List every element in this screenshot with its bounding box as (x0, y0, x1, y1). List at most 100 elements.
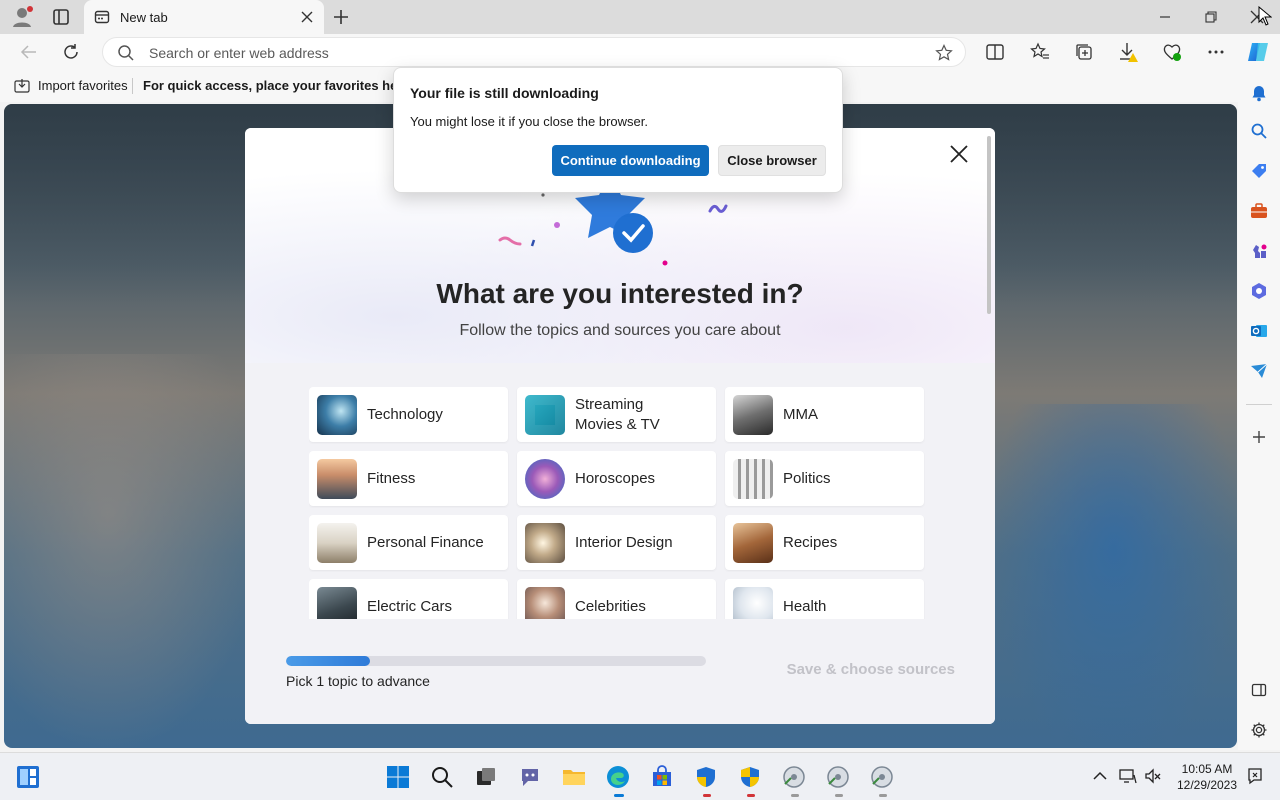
health-thumb (733, 586, 773, 619)
tab-actions-icon[interactable] (50, 6, 72, 28)
task-view-icon[interactable] (472, 763, 500, 791)
hide-sidebar-icon[interactable] (1248, 679, 1270, 701)
topic-card[interactable]: Streaming Movies & TV (517, 387, 716, 442)
bell-icon[interactable] (1248, 82, 1270, 104)
start-button-icon[interactable] (384, 763, 412, 791)
topic-card[interactable]: Health (725, 579, 924, 619)
topic-card[interactable]: MMA (725, 387, 924, 442)
topic-card[interactable]: Politics (725, 451, 924, 506)
store-icon[interactable] (648, 763, 676, 791)
games-icon[interactable] (1248, 240, 1270, 262)
volume-muted-icon[interactable] (1144, 767, 1162, 785)
title-bar: New tab (0, 0, 1280, 34)
favorites-icon[interactable] (1028, 40, 1052, 64)
topic-label: Interior Design (575, 533, 673, 551)
progress-label: Pick 1 topic to advance (286, 673, 430, 689)
copilot-icon[interactable] (1246, 40, 1270, 64)
system-clock[interactable]: 10:05 AM 12/29/2023 (1172, 761, 1242, 793)
toolbar: Search or enter web address (0, 34, 1280, 70)
shopping-icon[interactable] (1248, 160, 1270, 182)
topic-card[interactable]: Horoscopes (517, 451, 716, 506)
topic-label: Electric Cars (367, 597, 453, 615)
add-favorite-star-icon[interactable] (935, 44, 953, 62)
progress-fill (286, 656, 370, 666)
edge-taskbar-icon[interactable] (604, 763, 632, 791)
installer-indicator (791, 794, 799, 797)
technology-thumb (317, 394, 357, 435)
favorites-hint-text: For quick access, place your favorites h… (143, 78, 398, 93)
edge-active-indicator (614, 794, 624, 797)
save-and-choose-sources-button[interactable]: Save & choose sources (765, 661, 955, 683)
topic-grid: Technology Streaming Movies & TV MMA Fit… (309, 387, 925, 619)
profile-icon[interactable] (10, 5, 34, 29)
split-screen-icon[interactable] (983, 40, 1007, 64)
horoscopes-thumb (525, 458, 565, 499)
close-dialog-icon[interactable] (947, 142, 971, 166)
chevron-up-icon[interactable] (1091, 767, 1109, 785)
sidebar-settings-gear-icon[interactable] (1248, 719, 1270, 741)
add-sidebar-app-icon[interactable] (1248, 426, 1270, 448)
topic-label: Horoscopes (575, 469, 656, 487)
topic-card[interactable]: Electric Cars (309, 579, 508, 619)
network-icon[interactable] (1119, 767, 1137, 785)
security-shield-icon[interactable] (692, 763, 720, 791)
newtab-favicon-icon (94, 10, 110, 24)
notifications-icon[interactable] (1246, 767, 1264, 785)
topic-card[interactable]: Personal Finance (309, 515, 508, 570)
outlook-icon[interactable] (1248, 320, 1270, 342)
collections-icon[interactable] (1072, 40, 1096, 64)
teams-chat-icon[interactable] (516, 763, 544, 791)
address-placeholder: Search or enter web address (149, 45, 329, 61)
drop-icon[interactable] (1248, 360, 1270, 382)
security-indicator (703, 794, 711, 797)
edge-sidebar (1238, 70, 1280, 750)
tab-title: New tab (120, 9, 168, 25)
tab-new-tab[interactable]: New tab (84, 0, 324, 34)
search-icon (118, 45, 134, 61)
installer-app-icon[interactable] (780, 763, 808, 791)
new-tab-button[interactable] (330, 6, 352, 28)
widgets-icon[interactable] (14, 763, 42, 791)
celebrities-thumb (525, 586, 565, 619)
installer-app-icon-2[interactable] (824, 763, 852, 791)
search-sidebar-icon[interactable] (1248, 120, 1270, 142)
close-tab-icon[interactable] (300, 10, 314, 24)
import-favorites-icon[interactable] (14, 78, 30, 94)
continue-downloading-button[interactable]: Continue downloading (552, 145, 709, 176)
minimize-button[interactable] (1152, 4, 1178, 30)
topic-label: Fitness (367, 469, 416, 487)
security-shield-icon-2[interactable] (736, 763, 764, 791)
import-favorites-link[interactable]: Import favorites (38, 78, 128, 93)
dialog-scrollbar[interactable] (987, 136, 991, 314)
topic-card[interactable]: Interior Design (517, 515, 716, 570)
recipes-thumb (733, 522, 773, 563)
topic-label: Technology (367, 405, 443, 423)
browser-essentials-icon[interactable] (1160, 40, 1184, 64)
refresh-button[interactable] (58, 39, 84, 65)
topic-card[interactable]: Recipes (725, 515, 924, 570)
security-indicator-2 (747, 794, 755, 797)
taskbar-search-icon[interactable] (428, 763, 456, 791)
topic-card[interactable]: Technology (309, 387, 508, 442)
mouse-cursor-icon (1258, 6, 1272, 26)
installer-indicator-2 (835, 794, 843, 797)
more-options-icon[interactable] (1204, 40, 1228, 64)
interests-dialog: What are you interested in? Follow the t… (245, 128, 995, 724)
cars-thumb (317, 586, 357, 619)
microsoft365-icon[interactable] (1248, 280, 1270, 302)
favbar-divider (132, 78, 133, 94)
close-browser-button[interactable]: Close browser (718, 145, 826, 176)
topic-card[interactable]: Fitness (309, 451, 508, 506)
topic-label: Health (783, 597, 827, 615)
restore-button[interactable] (1198, 4, 1224, 30)
back-button[interactable] (16, 39, 42, 65)
file-explorer-icon[interactable] (560, 763, 588, 791)
clock-date: 12/29/2023 (1176, 778, 1238, 792)
address-bar[interactable]: Search or enter web address (102, 37, 966, 67)
downloads-icon[interactable] (1116, 40, 1140, 64)
tools-icon[interactable] (1248, 200, 1270, 222)
windows-taskbar: 10:05 AM 12/29/2023 (0, 752, 1280, 800)
installer-app-icon-3[interactable] (868, 763, 896, 791)
installer-indicator-3 (879, 794, 887, 797)
topic-card[interactable]: Celebrities (517, 579, 716, 619)
